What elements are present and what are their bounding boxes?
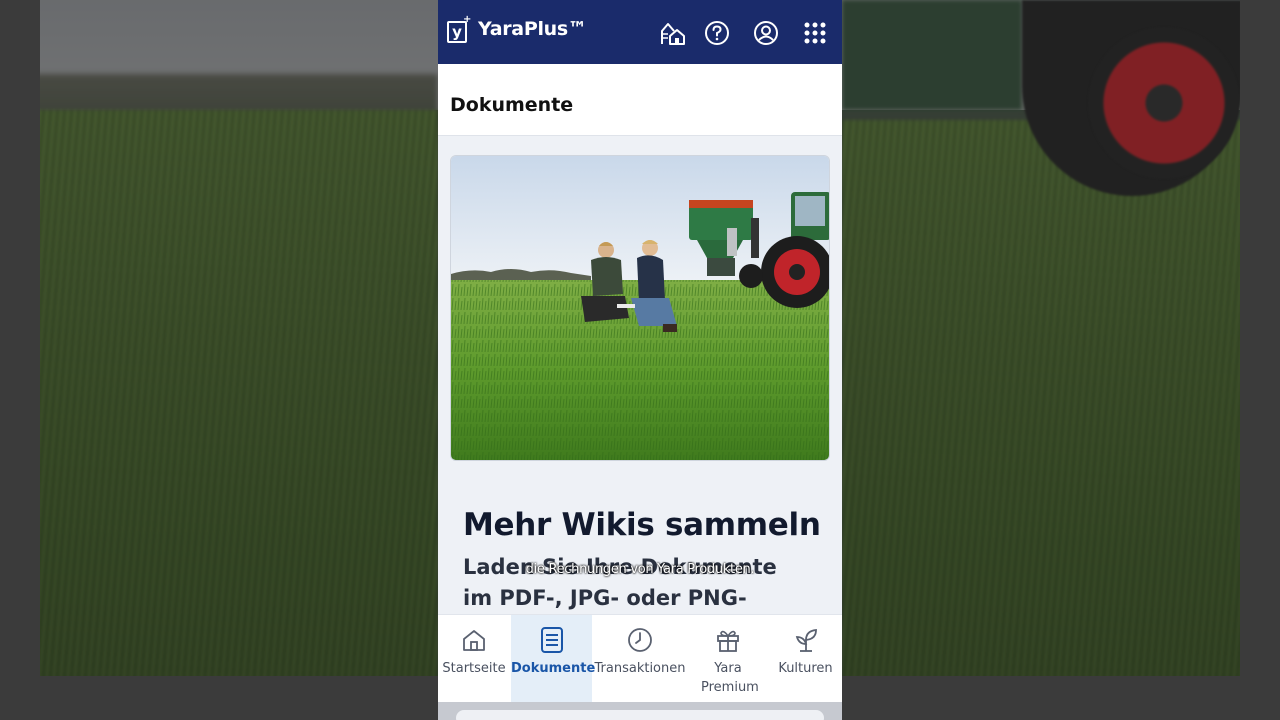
phone-screen: y + YaraPlus™ Dokumente Mehr Wikis samme… xyxy=(438,0,842,720)
screen: y + YaraPlus™ Dokumente Mehr Wikis samme… xyxy=(0,0,1280,720)
tab-dokumente[interactable]: Dokumente xyxy=(511,615,596,703)
apps-grid-icon[interactable] xyxy=(802,20,828,46)
tab-label: Kulturen xyxy=(778,661,833,676)
help-icon[interactable] xyxy=(704,20,730,46)
tab-kulturen[interactable]: Kulturen xyxy=(769,615,842,703)
page-title: Dokumente xyxy=(450,94,574,116)
farm-house-icon[interactable] xyxy=(659,20,685,46)
tab-yara-premium[interactable]: Yara Premium xyxy=(688,615,768,703)
document-icon xyxy=(540,627,563,653)
video-caption: die Rechnungen von Yara Produkten. xyxy=(525,562,755,577)
logo-plus: + xyxy=(463,14,472,25)
sprout-icon xyxy=(795,629,817,652)
tab-transaktionen[interactable]: Transaktionen xyxy=(593,615,687,703)
app-title: YaraPlus™ xyxy=(478,18,587,40)
background-right xyxy=(842,0,1280,720)
tab-label: Transaktionen xyxy=(594,661,686,676)
clock-icon xyxy=(628,628,652,652)
tab-label: Dokumente xyxy=(511,661,596,676)
home-icon xyxy=(463,630,485,651)
hero-image xyxy=(450,155,830,461)
bottom-tab-bar: Startseite Dokumente Transaktionen Yara … xyxy=(438,614,842,703)
account-icon[interactable] xyxy=(753,20,779,46)
content-heading: Mehr Wikis sammeln xyxy=(463,507,821,543)
tab-label: Startseite xyxy=(442,661,506,676)
tab-startseite[interactable]: Startseite xyxy=(438,615,510,703)
bottom-sheet-handle xyxy=(456,710,824,720)
top-app-bar: y + YaraPlus™ xyxy=(438,0,842,64)
tab-label: Yara Premium xyxy=(701,661,759,695)
background-left xyxy=(0,0,438,720)
gift-icon xyxy=(717,630,739,652)
